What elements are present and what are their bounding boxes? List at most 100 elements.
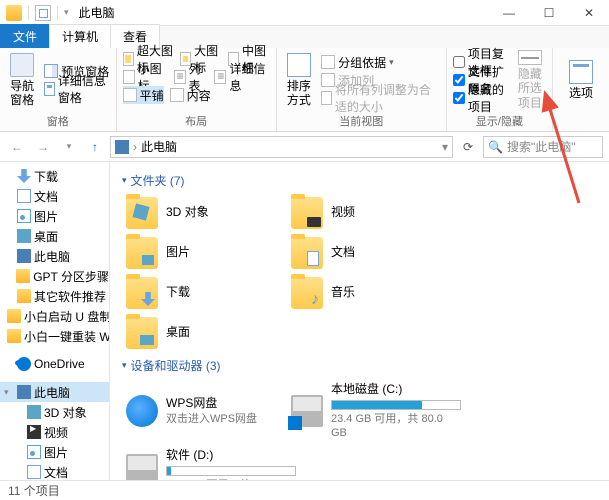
tree-label: 下载 bbox=[34, 168, 58, 185]
tree-label: 图片 bbox=[44, 444, 68, 461]
tree-item[interactable]: ▾此电脑 bbox=[0, 382, 109, 402]
properties-icon[interactable] bbox=[35, 5, 51, 21]
drive-item[interactable]: 本地磁盘 (C:)23.4 GB 可用，共 80.0 GB bbox=[287, 378, 452, 444]
group-header[interactable]: ▾文件夹 (7) bbox=[122, 172, 609, 189]
address-bar[interactable]: › 此电脑 ▾ bbox=[110, 136, 453, 158]
sort-button[interactable]: 排序方式 bbox=[283, 50, 315, 110]
ribbon-group-layout: 超大图标 大图标 中图标 小图标 列表 详细信息 平铺 内容 布局 bbox=[117, 48, 277, 131]
ribbon: 导航窗格 预览窗格 详细信息窗格 窗格 超大图标 大图标 中图标 小图标 列表 … bbox=[0, 48, 609, 132]
tree-item[interactable]: 其它软件推荐 bbox=[0, 286, 109, 306]
addcol-icon bbox=[321, 73, 335, 87]
tree-item[interactable]: 图片 bbox=[0, 206, 109, 226]
layout-tiles-button[interactable]: 平铺 bbox=[123, 86, 164, 104]
tree-label: 其它软件推荐 bbox=[34, 288, 106, 305]
layout-details-button[interactable]: 详细信息 bbox=[214, 68, 269, 86]
maximize-button[interactable]: ☐ bbox=[529, 0, 569, 26]
tab-file[interactable]: 文件 bbox=[0, 24, 50, 48]
tree-label: 3D 对象 bbox=[44, 404, 87, 421]
folder-icon bbox=[7, 329, 21, 343]
tree-item[interactable]: 3D 对象 bbox=[0, 402, 109, 422]
address-dropdown-icon[interactable]: ▾ bbox=[442, 140, 448, 154]
chk-hidden-items[interactable]: 隐藏的项目 bbox=[453, 89, 508, 107]
tree-item[interactable]: 文档 bbox=[0, 462, 109, 480]
folder-icon bbox=[7, 309, 21, 323]
nav-tree[interactable]: 下载文档图片桌面此电脑GPT 分区步骤其它软件推荐小白启动 U 盘制作步小白一键… bbox=[0, 162, 110, 480]
folder-item[interactable]: 3D 对象 bbox=[122, 193, 287, 233]
nav-pane-button[interactable]: 导航窗格 bbox=[6, 50, 38, 110]
details-pane-button[interactable]: 详细信息窗格 bbox=[44, 80, 109, 98]
layout-list-button[interactable]: 列表 bbox=[174, 68, 209, 86]
doc-icon bbox=[17, 189, 31, 203]
forward-button: → bbox=[32, 136, 54, 158]
app-icon[interactable] bbox=[6, 5, 22, 21]
window-title: 此电脑 bbox=[75, 4, 489, 21]
close-button[interactable]: ✕ bbox=[569, 0, 609, 26]
video-icon bbox=[27, 425, 41, 439]
tree-item[interactable]: GPT 分区步骤 bbox=[0, 266, 109, 286]
list-icon bbox=[174, 70, 186, 84]
address-path[interactable]: 此电脑 bbox=[141, 138, 177, 155]
folder-item[interactable]: 音乐 bbox=[287, 273, 452, 313]
title-chevron-icon[interactable]: ▾ bbox=[64, 7, 69, 18]
folder-icon bbox=[126, 237, 158, 269]
tree-item[interactable]: 下载 bbox=[0, 166, 109, 186]
folder-item[interactable]: 视频 bbox=[287, 193, 452, 233]
tree-item[interactable]: 此电脑 bbox=[0, 246, 109, 266]
tree-item[interactable]: OneDrive bbox=[0, 354, 109, 374]
large-icon bbox=[180, 52, 191, 66]
recent-button[interactable]: ▾ bbox=[58, 136, 80, 158]
search-icon: 🔍 bbox=[488, 140, 503, 154]
tree-label: 图片 bbox=[34, 208, 58, 225]
folder-icon bbox=[126, 317, 158, 349]
folder-item[interactable]: 下载 bbox=[122, 273, 287, 313]
up-button[interactable]: ↑ bbox=[84, 136, 106, 158]
options-icon bbox=[569, 60, 593, 84]
tree-label: 文档 bbox=[44, 464, 68, 481]
pc-icon bbox=[17, 385, 31, 399]
layout-content-button[interactable]: 内容 bbox=[170, 86, 211, 104]
tree-item[interactable]: 桌面 bbox=[0, 226, 109, 246]
tree-item[interactable]: 图片 bbox=[0, 442, 109, 462]
tree-item[interactable]: 视频 bbox=[0, 422, 109, 442]
sort-icon bbox=[287, 53, 311, 77]
status-bar: 11 个项目 bbox=[0, 480, 609, 500]
minimize-button[interactable]: — bbox=[489, 0, 529, 26]
tree-label: GPT 分区步骤 bbox=[33, 268, 109, 285]
tab-computer[interactable]: 计算机 bbox=[49, 24, 111, 48]
folder-item[interactable]: 图片 bbox=[122, 233, 287, 273]
tree-label: 桌面 bbox=[34, 228, 58, 245]
drive-item[interactable]: 软件 (D:)154 GB 可用，共 158 GB bbox=[122, 444, 287, 480]
details-pane-icon bbox=[44, 82, 55, 96]
ribbon-group-current-view: 排序方式 分组依据 ▾ 添加列 将所有列调整为合适的大小 当前视图 bbox=[277, 48, 447, 131]
tree-label: 文档 bbox=[34, 188, 58, 205]
refresh-button[interactable]: ⟳ bbox=[457, 136, 479, 158]
wps-icon bbox=[126, 395, 158, 427]
tree-item[interactable]: 文档 bbox=[0, 186, 109, 206]
pc-icon bbox=[17, 249, 31, 263]
folder-item[interactable]: 文档 bbox=[287, 233, 452, 273]
onedrive-icon bbox=[17, 357, 31, 371]
ribbon-tabs: 文件 计算机 查看 bbox=[0, 26, 609, 48]
group-header[interactable]: ▾设备和驱动器 (3) bbox=[122, 357, 609, 374]
xlarge-icon bbox=[123, 52, 134, 66]
options-button[interactable]: 选项 bbox=[559, 50, 603, 110]
groupby-button[interactable]: 分组依据 ▾ bbox=[321, 53, 440, 71]
content-icon bbox=[170, 88, 184, 102]
wps-drive-item[interactable]: WPS网盘双击进入WPS网盘 bbox=[122, 378, 287, 444]
back-button[interactable]: ← bbox=[6, 136, 28, 158]
tree-label: 视频 bbox=[44, 424, 68, 441]
pic-icon bbox=[17, 209, 31, 223]
item-view[interactable]: ▾文件夹 (7) 3D 对象视频图片文档下载音乐桌面 ▾设备和驱动器 (3) WPS网… bbox=[110, 162, 609, 480]
tree-item[interactable]: 小白一键重装 Win10 bbox=[0, 326, 109, 346]
hide-selected-button: 隐藏所选项目 bbox=[514, 50, 546, 110]
tiles-icon bbox=[123, 88, 137, 102]
nav-pane-icon bbox=[10, 53, 34, 77]
tree-label: 此电脑 bbox=[34, 384, 70, 401]
folder-item[interactable]: 桌面 bbox=[122, 313, 287, 353]
tree-label: 小白启动 U 盘制作步 bbox=[24, 308, 109, 325]
layout-small-button[interactable]: 小图标 bbox=[123, 68, 168, 86]
title-bar: ▾ 此电脑 — ☐ ✕ bbox=[0, 0, 609, 26]
tree-label: 此电脑 bbox=[34, 248, 70, 265]
search-box[interactable]: 🔍搜索"此电脑" bbox=[483, 136, 603, 158]
tree-item[interactable]: 小白启动 U 盘制作步 bbox=[0, 306, 109, 326]
